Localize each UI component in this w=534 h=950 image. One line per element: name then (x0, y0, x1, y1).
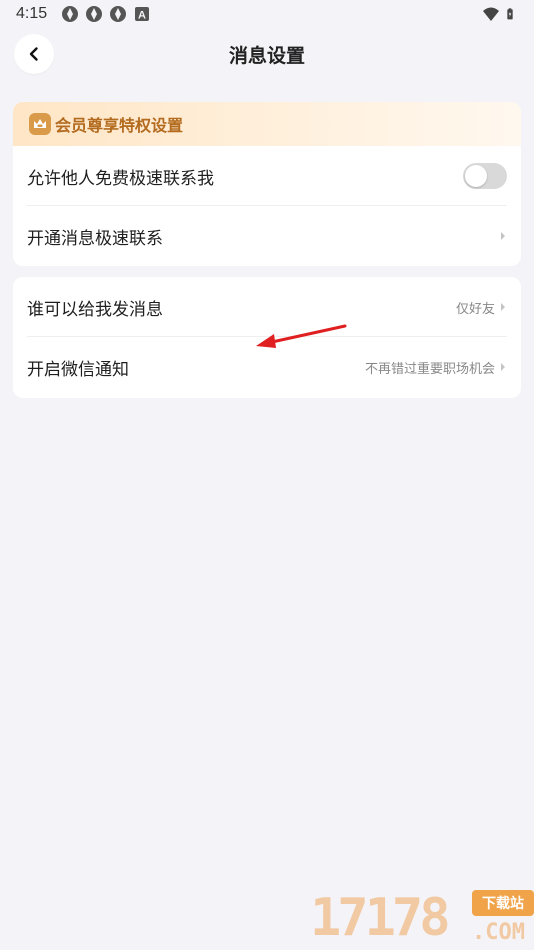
annotation-arrow-icon (256, 324, 347, 348)
row-label: 开启微信通知 (27, 359, 129, 380)
status-right (482, 5, 518, 23)
crown-icon (29, 113, 51, 135)
a-badge-icon: A (135, 7, 150, 22)
watermark-logo: 17178 下载站 .COM (310, 884, 534, 950)
row-label: 允许他人免费极速联系我 (27, 168, 214, 189)
wifi-icon (483, 7, 499, 21)
vip-settings-card: 会员尊享特权设置 允许他人免费极速联系我 开通消息极速联系 (13, 102, 521, 266)
watermark-suffix: .COM (472, 920, 525, 945)
row-right: 仅好友 (456, 298, 507, 317)
chevron-right-icon (501, 363, 505, 371)
row-value: 不再错过重要职场机会 (364, 361, 495, 377)
row-label: 谁可以给我发消息 (27, 299, 163, 320)
toggle-knob (465, 165, 487, 187)
app-icon-1 (62, 6, 79, 22)
row-label: 开通消息极速联系 (27, 228, 163, 249)
battery-icon (507, 8, 513, 20)
watermark-number: 17178 (310, 888, 451, 948)
chevron-right-icon (501, 303, 505, 311)
page-title: 消息设置 (228, 44, 305, 67)
status-left: 4:15 A (16, 5, 151, 23)
row-value: 仅好友 (455, 301, 495, 317)
chevron-left-icon (29, 47, 38, 61)
row-free-fast-contact[interactable]: 允许他人免费极速联系我 (13, 146, 521, 206)
vip-banner: 会员尊享特权设置 (13, 102, 521, 146)
app-icon-3 (110, 6, 127, 22)
navigation-bar: 消息设置 (0, 30, 534, 78)
chevron-right-icon (501, 232, 505, 240)
row-right: 不再错过重要职场机会 (365, 358, 507, 377)
app-icon-2 (86, 6, 103, 22)
vip-label: 会员尊享特权设置 (55, 116, 184, 135)
status-bar: 4:15 A (0, 0, 534, 28)
svg-text:A: A (138, 10, 146, 22)
row-open-fast-contact[interactable]: 开通消息极速联系 (13, 206, 521, 266)
status-time: 4:15 (16, 5, 48, 22)
back-button[interactable] (14, 34, 54, 74)
watermark-tag: 下载站 (472, 890, 534, 916)
free-fast-contact-toggle[interactable] (463, 163, 507, 189)
